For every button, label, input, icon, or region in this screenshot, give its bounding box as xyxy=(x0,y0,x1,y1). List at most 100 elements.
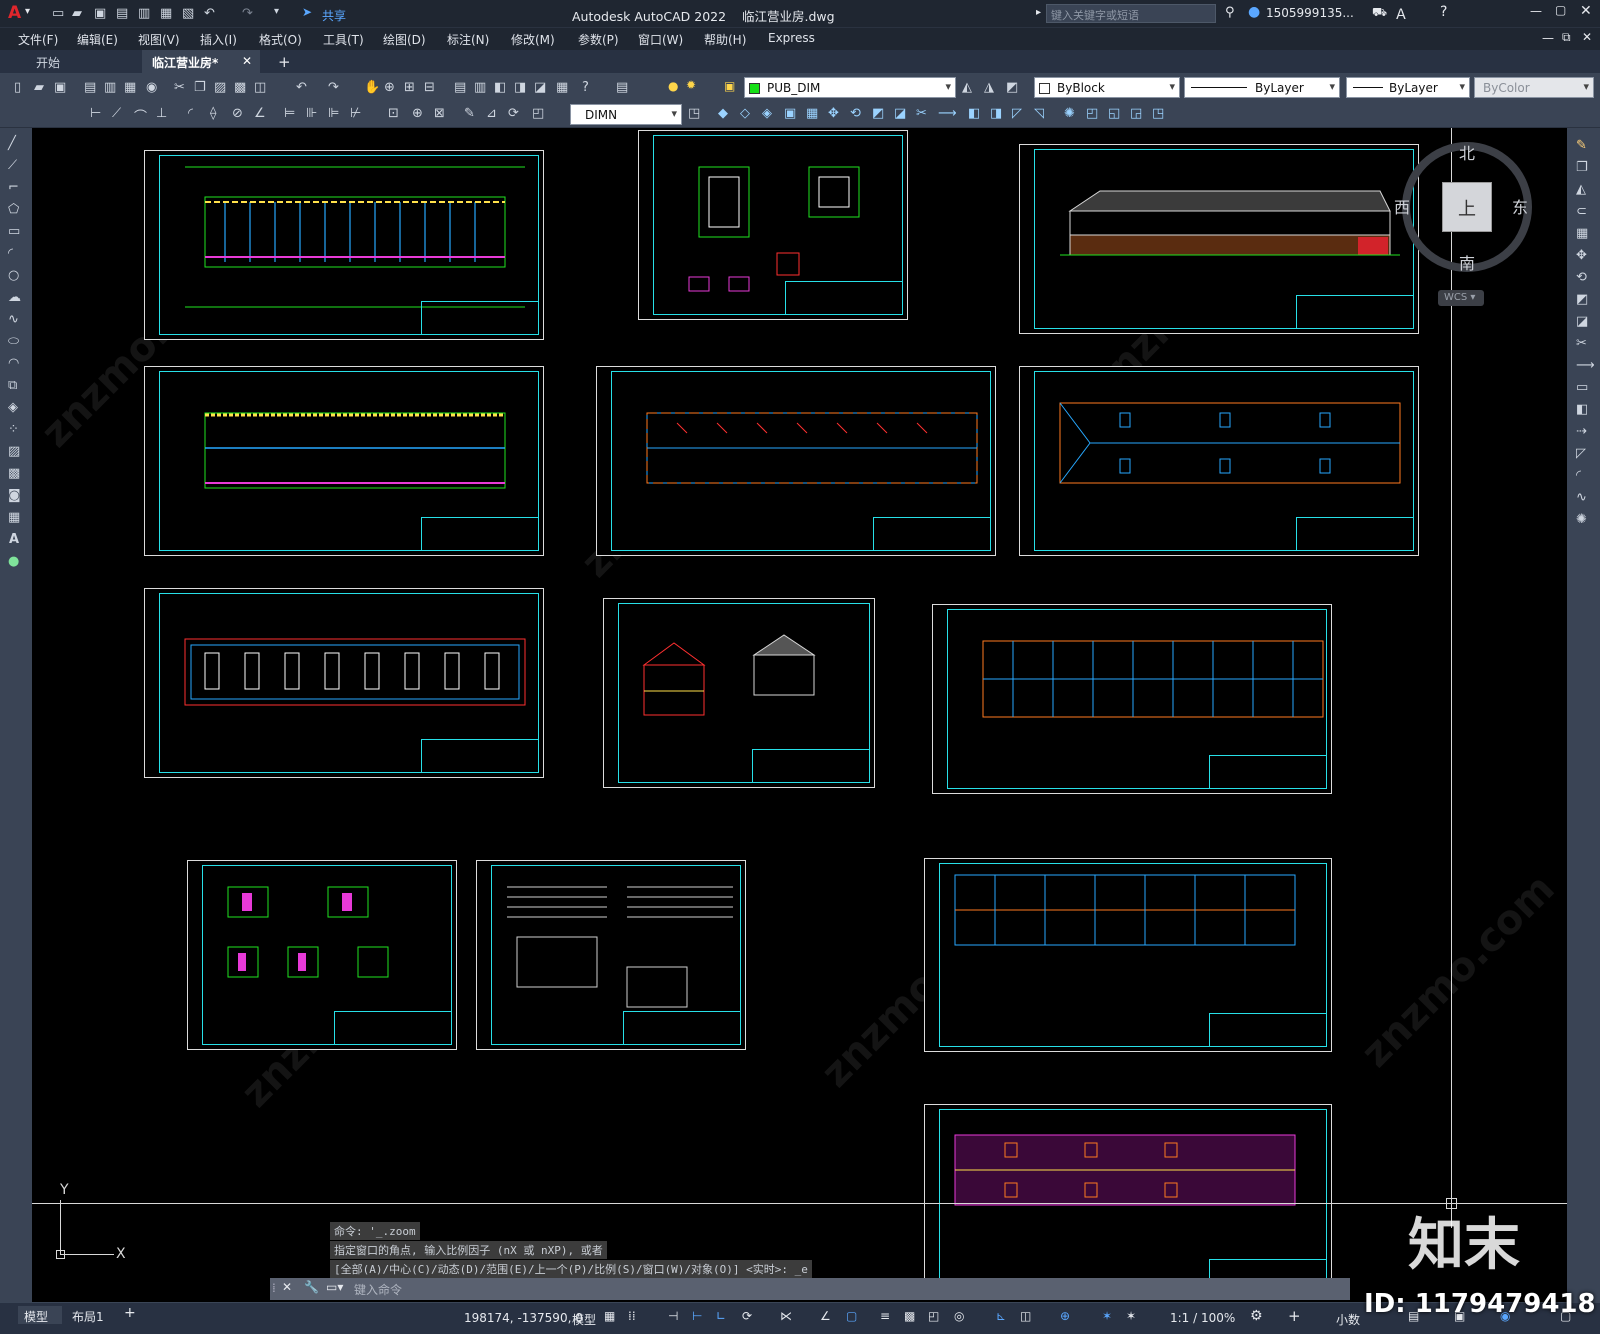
menu-help[interactable]: 帮助(H) xyxy=(704,31,746,48)
auto-scale-icon[interactable]: ✶ xyxy=(1126,1309,1136,1323)
wcs-menu[interactable]: WCS ▾ xyxy=(1438,290,1484,306)
drawing-sheet-5[interactable] xyxy=(596,366,996,556)
preview-icon[interactable]: ▥ xyxy=(104,80,116,95)
dim-ordinate-icon[interactable]: ⊥ xyxy=(156,106,167,121)
cut-icon[interactable]: ✂ xyxy=(174,80,185,95)
zoom-previous-icon[interactable]: ⊟ xyxy=(424,80,435,95)
extend-icon[interactable]: ⟶ xyxy=(938,106,957,121)
drawing-sheet-13[interactable] xyxy=(924,1104,1332,1298)
grid-icon[interactable]: ▦ xyxy=(604,1309,615,1323)
dim-style-icon[interactable]: ◰ xyxy=(532,106,544,121)
drawing-sheet-10[interactable] xyxy=(187,860,457,1050)
lineweight-dropdown[interactable]: ByLayer xyxy=(1346,77,1470,98)
selection-cycling-icon[interactable]: ◰ xyxy=(928,1309,939,1323)
viewcube-west[interactable]: 西 xyxy=(1394,194,1410,218)
viewcube-north[interactable]: 北 xyxy=(1459,140,1475,164)
ellipse-icon[interactable]: ⬭ xyxy=(8,334,19,349)
drawing-sheet-6[interactable] xyxy=(1019,366,1419,556)
quick-dim-icon[interactable]: ⊨ xyxy=(284,106,295,121)
calculator-icon[interactable]: ▦ xyxy=(556,80,568,95)
dim-jogged-icon[interactable]: ⟠ xyxy=(210,106,216,121)
dim-style-dropdown[interactable]: DIMN xyxy=(570,104,682,125)
chamfer-icon[interactable]: ◸ xyxy=(1012,106,1022,121)
units-readout[interactable]: 小数 xyxy=(1336,1311,1360,1328)
annotation-scale[interactable]: 1:1 / 100% xyxy=(1170,1311,1235,1325)
command-grip-icon[interactable]: ⁞ xyxy=(272,1281,276,1295)
drawing-sheet-9[interactable] xyxy=(932,604,1332,794)
open-web-icon[interactable]: ▥ xyxy=(138,6,150,21)
match-properties-icon[interactable]: ▩ xyxy=(234,80,246,95)
selection-filter-icon[interactable]: ◫ xyxy=(1020,1309,1031,1323)
draworder-icon[interactable]: ◰ xyxy=(1086,106,1098,121)
undo-icon-2[interactable]: ↶ xyxy=(296,80,307,95)
search-icon[interactable]: ⚲ xyxy=(1225,5,1235,20)
polyline-icon[interactable]: ⌐ xyxy=(8,180,19,195)
group-icon[interactable]: ◱ xyxy=(1108,106,1120,121)
rectangle-icon[interactable]: ▭ xyxy=(8,224,20,239)
customize-qat-icon[interactable]: ▾ xyxy=(274,6,279,17)
share-icon[interactable]: ➤ xyxy=(302,5,312,19)
insert-block-icon[interactable]: ⧉ xyxy=(8,378,17,393)
ortho-icon[interactable]: ∟ xyxy=(716,1309,726,1323)
menu-insert[interactable]: 插入(I) xyxy=(200,31,237,48)
tab-drawing[interactable]: 临江营业房* ✕ xyxy=(142,50,260,74)
mirror-icon[interactable]: ◈ xyxy=(762,106,772,121)
explode-icon[interactable]: ✺ xyxy=(1064,106,1075,121)
dim-edit-icon[interactable]: ✎ xyxy=(464,106,475,121)
polar-tracking-icon[interactable]: ⟳ xyxy=(742,1309,752,1323)
dim-radius-icon[interactable]: ◜ xyxy=(188,106,193,121)
offset-side-icon[interactable]: ⊂ xyxy=(1576,204,1587,219)
menu-dimension[interactable]: 标注(N) xyxy=(447,31,489,48)
drawing-sheet-12[interactable] xyxy=(924,858,1332,1052)
new-file-icon[interactable]: ▭ xyxy=(52,6,64,21)
save-web-icon[interactable]: ▦ xyxy=(160,6,172,21)
block-editor-icon[interactable]: ◫ xyxy=(254,80,266,95)
dim-baseline-icon[interactable]: ⊪ xyxy=(306,106,317,121)
customize-command-icon[interactable]: 🔧 xyxy=(304,1280,319,1294)
inspect-icon[interactable]: ⊠ xyxy=(434,106,445,121)
layer-lock-icon[interactable]: ▣ xyxy=(724,79,735,93)
dim-linear-icon[interactable]: ⊢ xyxy=(90,106,101,121)
dim-style-manager-icon[interactable]: ◳ xyxy=(688,106,700,121)
make-block-icon[interactable]: ◈ xyxy=(8,400,18,415)
mtext-icon[interactable]: A xyxy=(9,532,19,547)
command-input[interactable]: 键入命令 xyxy=(350,1280,1340,1298)
align-icon[interactable]: ◳ xyxy=(1152,106,1164,121)
break-icon[interactable]: ◧ xyxy=(968,106,980,121)
save-as-icon[interactable]: ▤ xyxy=(116,6,128,21)
app-logo-icon[interactable]: A xyxy=(8,3,21,23)
plotstyle-dropdown[interactable]: ByColor xyxy=(1474,77,1594,98)
dim-update-icon[interactable]: ⟳ xyxy=(508,106,519,121)
coordinates-readout[interactable]: 198174, -137590, 0 xyxy=(464,1311,583,1325)
rotate-icon[interactable]: ⟲ xyxy=(850,106,861,121)
doc-restore-button[interactable]: ⧉ xyxy=(1562,30,1571,45)
drawing-sheet-11[interactable] xyxy=(476,860,746,1050)
copy-side-icon[interactable]: ❐ xyxy=(1576,160,1588,175)
scale-icon[interactable]: ◩ xyxy=(872,106,884,121)
viewcube-east[interactable]: 东 xyxy=(1512,194,1528,218)
table-icon[interactable]: ▦ xyxy=(8,510,20,525)
workspace-gear-icon[interactable]: ⚙ xyxy=(1250,1308,1263,1324)
dynamic-ucs-icon[interactable]: ⊾ xyxy=(996,1309,1006,1323)
dim-text-edit-icon[interactable]: ⊿ xyxy=(486,106,497,121)
drawing-sheet-3[interactable] xyxy=(1019,144,1419,334)
layer-previous-icon[interactable]: ◮ xyxy=(984,80,994,95)
design-center-icon[interactable]: ▥ xyxy=(474,80,486,95)
array-icon[interactable]: ▦ xyxy=(806,106,818,121)
object-snap-tracking-icon[interactable]: ∠ xyxy=(820,1309,831,1323)
layer-sun-icon[interactable]: ✹ xyxy=(686,78,696,92)
menu-format[interactable]: 格式(O) xyxy=(259,31,302,48)
tolerance-icon[interactable]: ⊡ xyxy=(388,106,399,121)
plot-icon[interactable]: ▧ xyxy=(182,6,194,21)
scale-side-icon[interactable]: ◩ xyxy=(1576,292,1588,307)
save-icon[interactable]: ▣ xyxy=(94,6,106,21)
menu-file[interactable]: 文件(F) xyxy=(18,31,58,48)
print-icon[interactable]: ▤ xyxy=(84,80,96,95)
maximize-window-button[interactable]: ▢ xyxy=(1555,3,1566,17)
construction-line-icon[interactable]: ⟋ xyxy=(8,158,17,173)
dynamic-input-icon[interactable]: ⊢ xyxy=(692,1309,702,1323)
sheet-set-icon[interactable]: ◨ xyxy=(514,80,526,95)
spline-icon[interactable]: ∿ xyxy=(8,312,19,327)
break-at-point-icon[interactable]: ▭ xyxy=(1576,380,1588,395)
close-tab-icon[interactable]: ✕ xyxy=(242,54,252,68)
